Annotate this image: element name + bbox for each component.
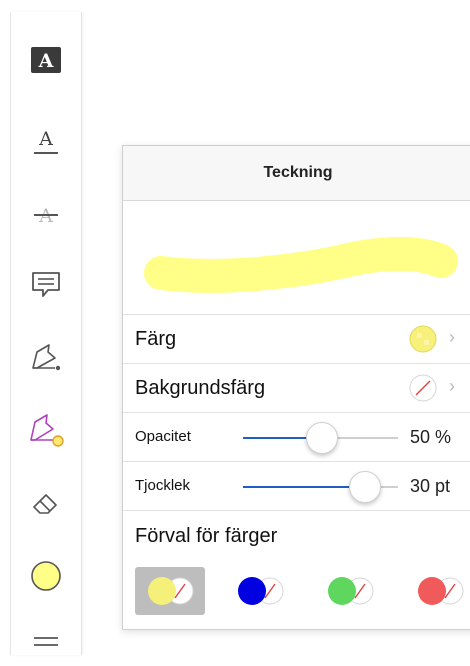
text-underline-tool[interactable]: A bbox=[11, 118, 81, 166]
chevron-right-icon: › bbox=[449, 376, 455, 396]
color-tool[interactable] bbox=[11, 552, 81, 600]
eraser-icon bbox=[33, 494, 57, 514]
highlighter-pen-tool[interactable] bbox=[11, 406, 81, 454]
color-preset-swatch-icon bbox=[238, 577, 284, 605]
color-preset-4[interactable] bbox=[405, 567, 470, 615]
color-swatch-icon bbox=[409, 325, 437, 353]
thickness-value: 30 pt bbox=[410, 476, 451, 496]
thickness-row: Tjocklek 30 pt bbox=[123, 461, 470, 510]
menu-tool[interactable] bbox=[11, 618, 81, 666]
color-preset-2[interactable] bbox=[225, 567, 295, 615]
background-color-row[interactable]: Bakgrundsfärg › bbox=[123, 363, 470, 412]
text-highlight-tool[interactable]: A bbox=[11, 36, 81, 84]
popover-header: Teckning bbox=[123, 146, 470, 201]
stroke-preview bbox=[123, 201, 470, 313]
thickness-slider-thumb[interactable] bbox=[348, 471, 381, 503]
color-preset-swatch-icon bbox=[418, 577, 464, 605]
text-strikethrough-icon: A bbox=[34, 205, 58, 227]
color-preset-1[interactable] bbox=[135, 567, 205, 615]
color-row-label: Färg bbox=[135, 328, 177, 350]
color-swatch-icon bbox=[31, 561, 61, 591]
opacity-label: Opacitet bbox=[135, 428, 191, 445]
svg-text:A: A bbox=[38, 50, 54, 72]
color-presets-section: Förval för färger bbox=[123, 510, 470, 629]
hamburger-menu-icon bbox=[34, 637, 58, 646]
comment-bubble-icon bbox=[32, 272, 60, 297]
stroke-preview-wave bbox=[144, 236, 458, 293]
text-highlight-icon: A bbox=[31, 47, 61, 73]
thickness-label: Tjocklek bbox=[135, 477, 191, 494]
color-preset-3[interactable] bbox=[315, 567, 385, 615]
drawing-settings-popover: Teckning Färg › Bakgrundsfärg › Opacitet… bbox=[122, 145, 470, 630]
color-row[interactable]: Färg › bbox=[123, 314, 470, 363]
svg-text:A: A bbox=[38, 128, 53, 150]
color-preset-swatch-icon bbox=[328, 577, 374, 605]
comment-tool[interactable] bbox=[11, 261, 81, 309]
annotation-toolbar: A A A bbox=[10, 12, 82, 655]
no-color-swatch-icon bbox=[409, 374, 437, 402]
chevron-right-icon: › bbox=[449, 327, 455, 347]
thickness-slider-fill bbox=[243, 486, 364, 488]
text-underline-icon: A bbox=[34, 128, 58, 154]
highlighter-pen-icon bbox=[30, 414, 64, 447]
opacity-slider-thumb[interactable] bbox=[305, 422, 338, 454]
color-presets-label: Förval för färger bbox=[135, 525, 278, 547]
pen-tool[interactable] bbox=[11, 334, 81, 382]
opacity-row: Opacitet 50 % bbox=[123, 412, 470, 461]
text-strikethrough-tool[interactable]: A bbox=[11, 190, 81, 238]
color-preset-swatch-icon bbox=[148, 577, 194, 605]
opacity-value: 50 % bbox=[410, 427, 452, 447]
pen-icon bbox=[32, 344, 61, 371]
background-color-row-label: Bakgrundsfärg bbox=[135, 377, 266, 399]
eraser-tool[interactable] bbox=[11, 478, 81, 526]
popover-title: Teckning bbox=[263, 164, 333, 181]
